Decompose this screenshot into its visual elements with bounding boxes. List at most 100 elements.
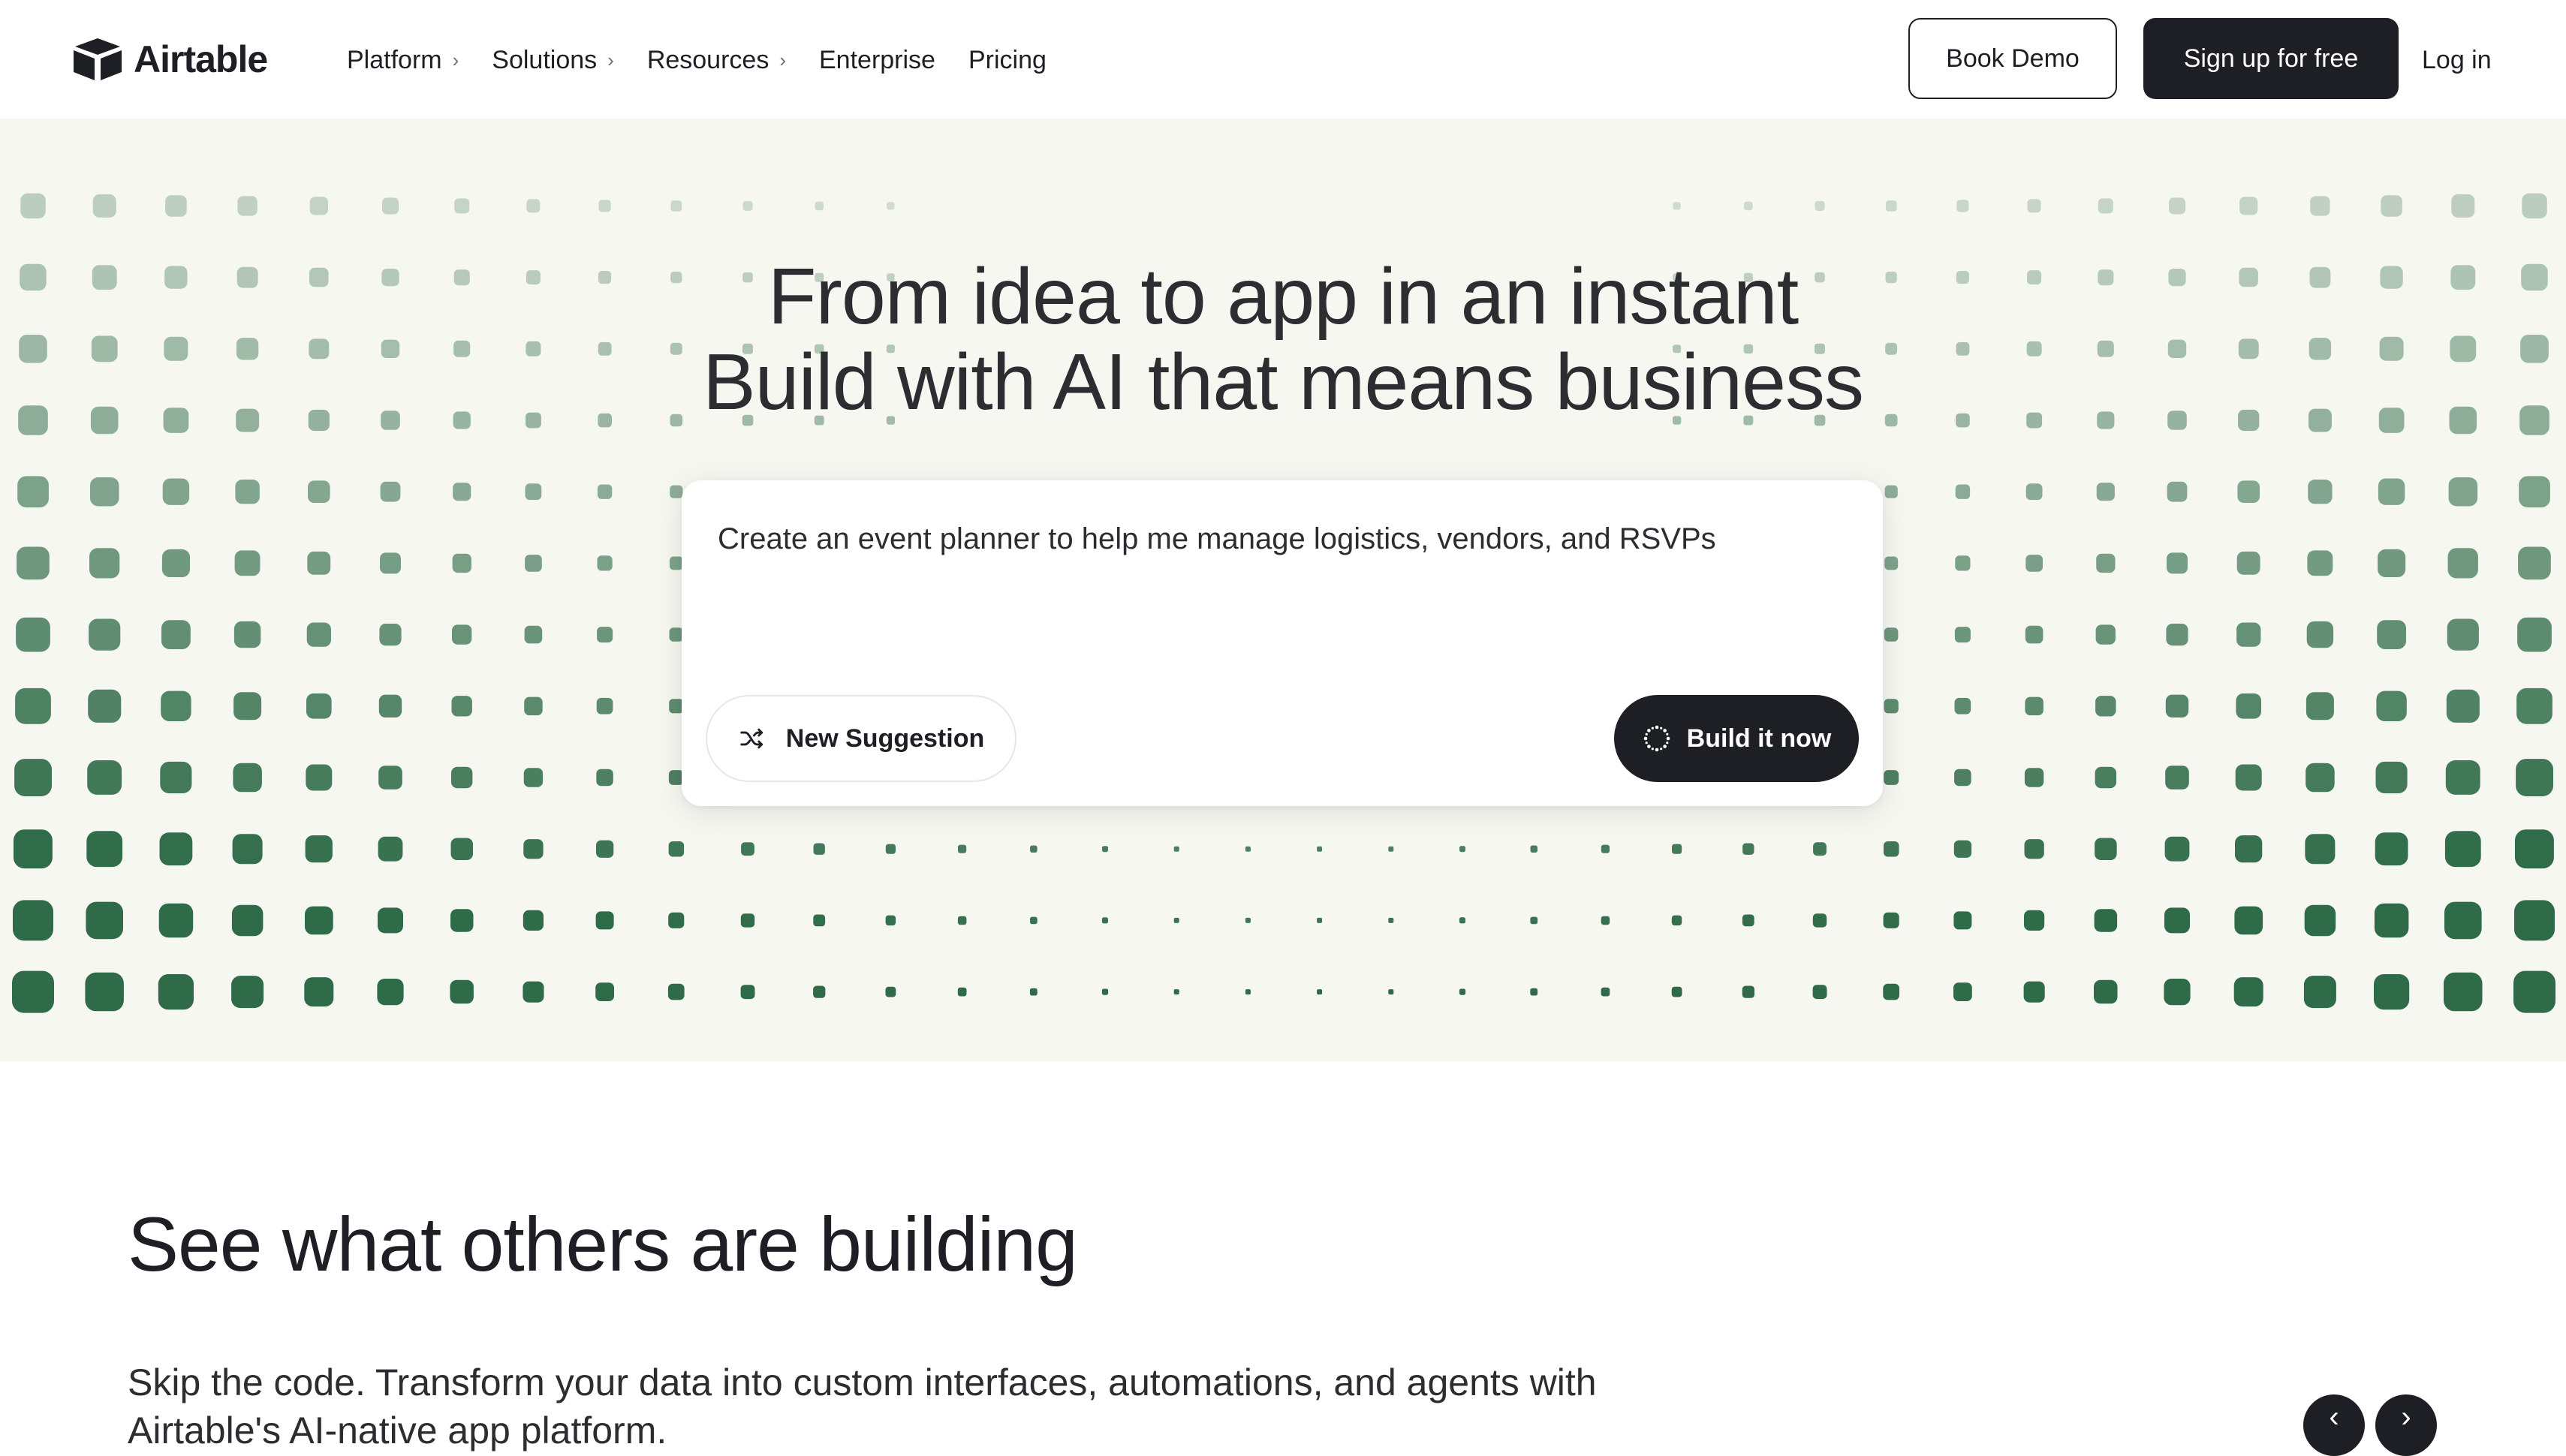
pattern-dot: [523, 839, 544, 859]
pattern-dot: [1101, 917, 1108, 924]
prompt-card: Create an event planner to help me manag…: [682, 480, 1883, 806]
pattern-dot: [2095, 766, 2116, 789]
pattern-dot: [885, 986, 896, 997]
pattern-dot: [958, 844, 967, 853]
pattern-dot: [1530, 845, 1537, 853]
pattern-dot: [309, 197, 328, 215]
prompt-input[interactable]: Create an event planner to help me manag…: [718, 522, 1716, 556]
nav-label: Pricing: [968, 45, 1047, 74]
pattern-dot: [2375, 761, 2408, 793]
pattern-dot: [1812, 913, 1827, 928]
pattern-dot: [2522, 193, 2547, 219]
pattern-dot: [2374, 903, 2409, 938]
pattern-dot: [740, 985, 755, 1000]
pattern-dot: [2378, 478, 2405, 505]
nav-platform[interactable]: Platform ›: [347, 46, 459, 75]
chevron-right-icon: ›: [607, 48, 614, 71]
pattern-dot: [597, 555, 613, 571]
new-suggestion-button[interactable]: New Suggestion: [706, 695, 1016, 782]
hero-section: From idea to app in an instant Build wit…: [0, 119, 2566, 1061]
nav-resources[interactable]: Resources ›: [647, 46, 786, 75]
airtable-logo[interactable]: Airtable: [72, 36, 268, 83]
pattern-dot: [2027, 199, 2041, 213]
pattern-dot: [452, 624, 472, 645]
pattern-dot: [1601, 916, 1610, 925]
pattern-dot: [161, 620, 191, 649]
pattern-dot: [2305, 834, 2336, 865]
nav-pricing[interactable]: Pricing: [968, 46, 1047, 75]
pattern-dot: [2444, 831, 2481, 868]
pattern-dot: [667, 983, 685, 1000]
pattern-dot: [15, 687, 51, 724]
pattern-dot: [88, 689, 122, 723]
pattern-dot: [1530, 916, 1538, 925]
pattern-dot: [87, 760, 122, 795]
pattern-dot: [378, 766, 402, 790]
pattern-dot: [1459, 846, 1465, 853]
pattern-dot: [89, 548, 120, 579]
pattern-dot: [2445, 760, 2480, 795]
pattern-dot: [158, 903, 194, 938]
pattern-dot: [2515, 829, 2554, 869]
pattern-dot: [161, 690, 191, 721]
chevron-right-icon: ›: [2401, 1400, 2411, 1433]
pattern-dot: [1173, 917, 1179, 923]
carousel-next-button[interactable]: ›: [2375, 1394, 2437, 1456]
pattern-dot: [2095, 838, 2117, 860]
pattern-dot: [2444, 901, 2482, 940]
sign-up-button[interactable]: Sign up for free: [2143, 18, 2399, 99]
pattern-dot: [2235, 835, 2263, 863]
pattern-dot: [813, 914, 826, 927]
book-demo-button[interactable]: Book Demo: [1908, 18, 2117, 99]
pattern-dot: [1955, 555, 1971, 571]
pattern-dot: [2378, 549, 2406, 577]
pattern-dot: [377, 979, 404, 1006]
nav-label: Enterprise: [819, 45, 935, 74]
pattern-dot: [450, 838, 473, 860]
pattern-dot: [670, 485, 683, 498]
pattern-dot: [17, 476, 49, 508]
nav-enterprise[interactable]: Enterprise: [819, 46, 935, 75]
logo-text: Airtable: [134, 38, 268, 80]
pattern-dot: [305, 835, 333, 863]
pattern-dot: [14, 829, 53, 869]
pattern-dot: [741, 842, 754, 856]
pattern-dot: [1459, 917, 1465, 924]
nav-solutions[interactable]: Solutions ›: [492, 46, 614, 75]
pattern-dot: [2381, 195, 2402, 217]
pattern-dot: [2303, 976, 2336, 1009]
build-it-now-button[interactable]: Build it now: [1614, 695, 1859, 782]
pattern-dot: [1742, 914, 1754, 927]
pattern-dot: [234, 550, 261, 576]
pattern-dot: [308, 480, 330, 503]
pattern-dot: [165, 195, 187, 217]
pattern-dot: [1030, 916, 1038, 925]
pattern-dot: [12, 970, 54, 1013]
pattern-dot: [2024, 839, 2044, 859]
pattern-dot: [454, 198, 470, 214]
pattern-dot: [2516, 687, 2552, 724]
pattern-dot: [92, 194, 116, 218]
pattern-dot: [1954, 627, 1971, 643]
pattern-dot: [1956, 200, 1969, 212]
showcase-title: See what others are building: [128, 1202, 1078, 1287]
pattern-dot: [596, 769, 613, 787]
pattern-dot: [524, 625, 543, 644]
pattern-dot: [2236, 693, 2261, 719]
pattern-dot: [2447, 548, 2478, 579]
shuffle-icon: [740, 728, 763, 749]
pattern-dot: [1459, 988, 1466, 995]
pattern-dot: [957, 916, 967, 925]
pattern-dot: [1953, 982, 1972, 1001]
pattern-dot: [2025, 625, 2043, 644]
log-in-link[interactable]: Log in: [2422, 39, 2492, 81]
pattern-dot: [1029, 988, 1038, 996]
pattern-dot: [2310, 196, 2330, 216]
new-suggestion-label: New Suggestion: [785, 723, 985, 753]
pattern-dot: [2308, 480, 2333, 504]
carousel-prev-button[interactable]: ‹: [2303, 1394, 2365, 1456]
pattern-dot: [2025, 483, 2043, 501]
pattern-dot: [159, 832, 193, 866]
pattern-dot: [2164, 907, 2190, 934]
pattern-dot: [2306, 621, 2334, 648]
